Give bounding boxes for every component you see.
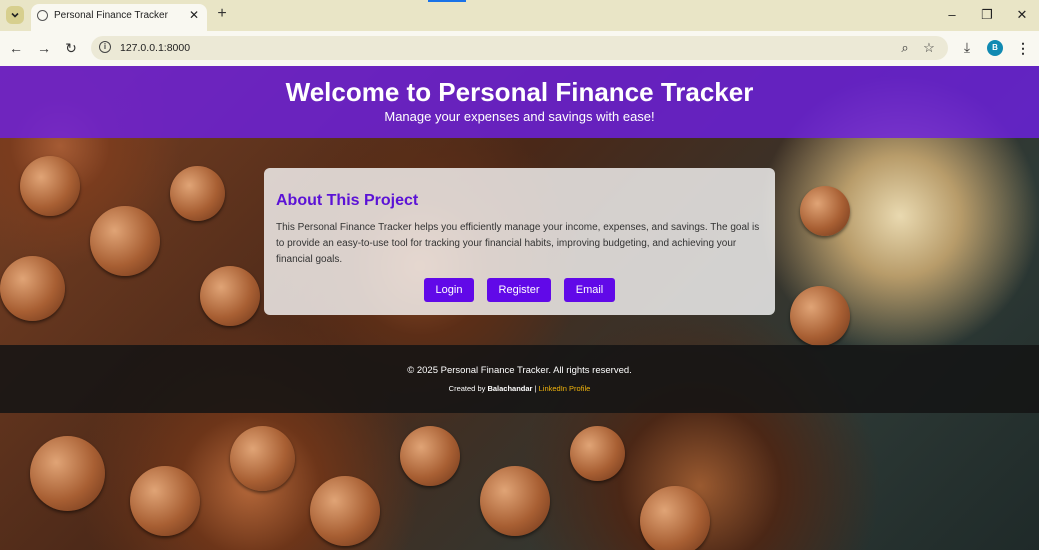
about-description: This Personal Finance Tracker helps you … [276, 222, 760, 265]
more-icon[interactable]: ⋮ [1016, 40, 1030, 56]
about-title: About This Project [276, 192, 419, 209]
zoom-icon[interactable]: ⌕ [898, 41, 912, 55]
page-header: Welcome to Personal Finance Tracker Mana… [0, 66, 1039, 138]
tab-search-button[interactable] [6, 6, 24, 24]
page-subtitle: Manage your expenses and savings with ea… [384, 109, 655, 124]
background-coin [570, 426, 625, 481]
url-text[interactable]: 127.0.0.1:8000 [120, 42, 190, 54]
page-footer: © 2025 Personal Finance Tracker. All rig… [0, 345, 1039, 413]
author-name: Balachandar [487, 384, 533, 393]
reload-icon[interactable]: ↻ [64, 41, 78, 55]
linkedin-link[interactable]: LinkedIn Profile [539, 384, 591, 393]
background-coin [310, 476, 380, 546]
window-close-icon[interactable]: ✕ [1015, 8, 1029, 22]
background-coin [800, 186, 850, 236]
background-coin [0, 256, 65, 321]
footer-credit: Created by Balachandar | LinkedIn Profil… [0, 384, 1039, 393]
background-coin [790, 286, 850, 346]
background-coin [480, 466, 550, 536]
chevron-down-icon [11, 12, 19, 18]
page-title: Welcome to Personal Finance Tracker [285, 77, 754, 107]
background-coin [130, 466, 200, 536]
background-coin [230, 426, 295, 491]
active-tab[interactable]: Personal Finance Tracker ✕ [31, 4, 207, 31]
restore-icon[interactable]: ❐ [980, 8, 994, 22]
forward-icon[interactable]: → [37, 41, 51, 55]
register-button[interactable]: Register [487, 278, 551, 302]
download-icon[interactable]: ⤓ [960, 40, 974, 54]
tab-strip: Personal Finance Tracker ✕ + – ❐ ✕ [0, 0, 1039, 31]
star-icon[interactable]: ☆ [922, 41, 936, 55]
page-viewport: Welcome to Personal Finance Tracker Mana… [0, 66, 1039, 550]
footer-copyright: © 2025 Personal Finance Tracker. All rig… [407, 365, 632, 376]
background-coin [20, 156, 80, 216]
address-bar[interactable] [91, 36, 948, 60]
info-icon[interactable]: i [99, 41, 111, 53]
plus-icon[interactable]: + [214, 6, 230, 22]
credit-prefix: Created by [448, 384, 488, 393]
minimize-icon[interactable]: – [945, 8, 959, 22]
close-icon[interactable]: ✕ [187, 8, 201, 22]
tab-accent-line [428, 0, 466, 2]
tab-title: Personal Finance Tracker [54, 10, 168, 21]
background-coin [90, 206, 160, 276]
email-button[interactable]: Email [564, 278, 615, 302]
login-button[interactable]: Login [424, 278, 474, 302]
back-icon[interactable]: ← [9, 41, 23, 55]
background-coin [170, 166, 225, 221]
globe-icon [37, 10, 48, 21]
avatar[interactable]: B [987, 40, 1003, 56]
background-coin [640, 486, 710, 550]
background-coin [200, 266, 260, 326]
background-coin [400, 426, 460, 486]
background-coin [30, 436, 105, 511]
about-card: About This Project This Personal Finance… [264, 168, 775, 315]
